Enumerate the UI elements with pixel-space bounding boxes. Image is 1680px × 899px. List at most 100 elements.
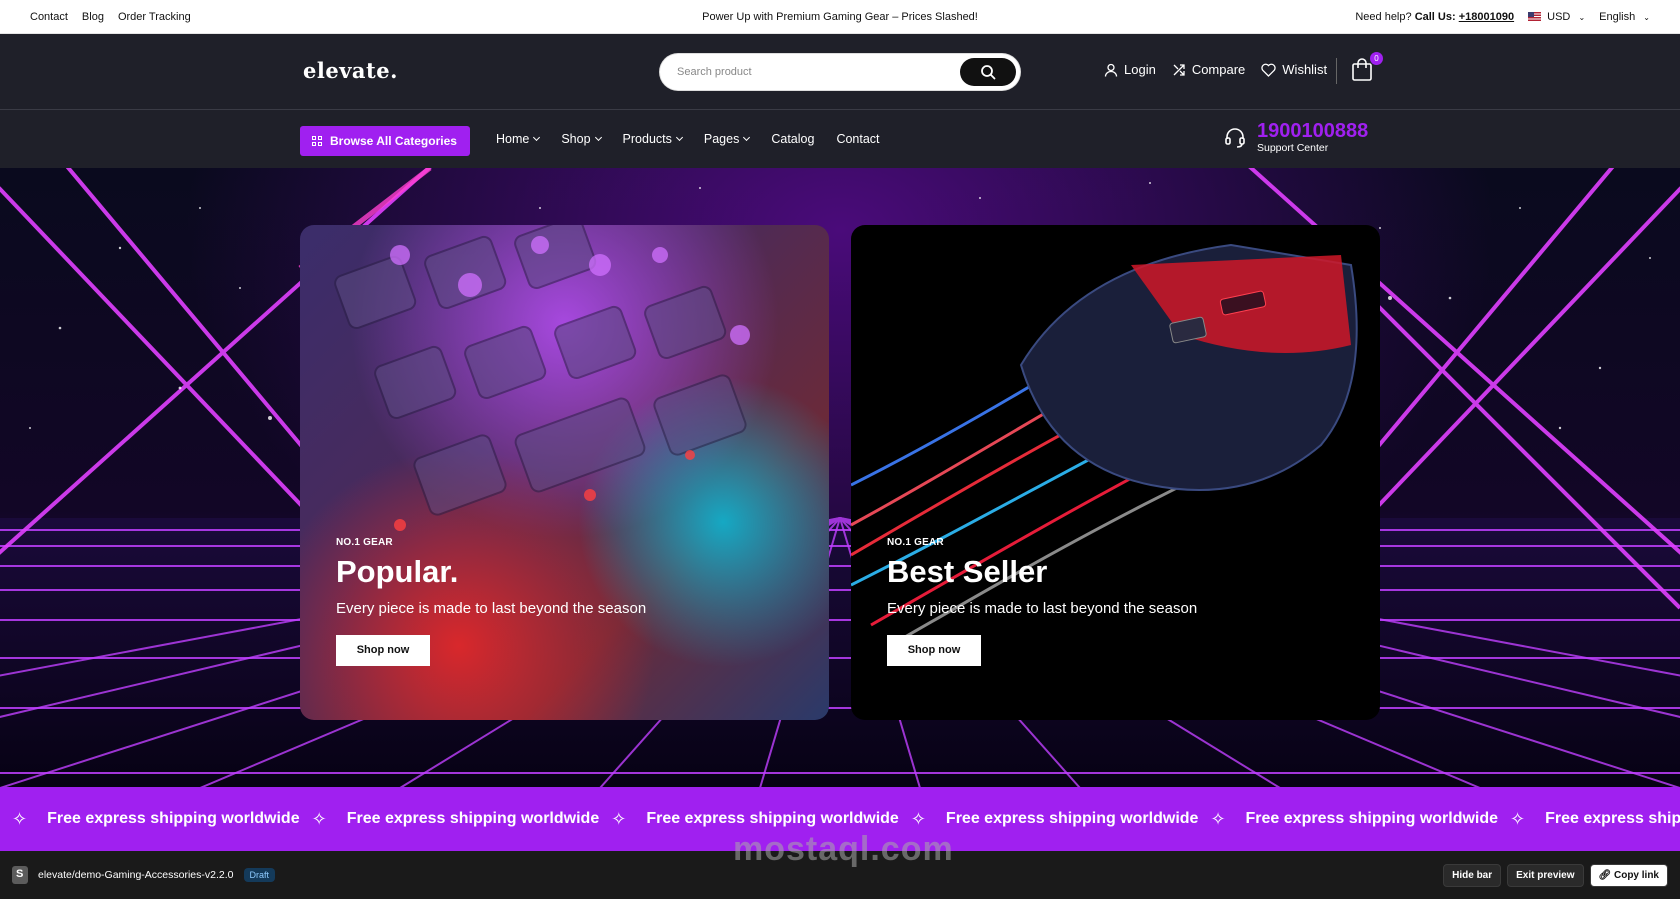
language-selector[interactable]: English ⌄ <box>1599 11 1650 23</box>
sparkle-icon: ✧ <box>1510 808 1526 829</box>
marquee-item: ✧ Free express shipping worldwide <box>0 809 300 830</box>
wishlist-link[interactable]: Wishlist <box>1261 62 1327 77</box>
marquee-text: Free express shipping worldwide <box>646 810 899 827</box>
language-value: English <box>1599 10 1636 23</box>
nav-item-label: Catalog <box>771 132 815 146</box>
site-logo[interactable]: elevate. <box>303 58 398 83</box>
hide-bar-button[interactable]: Hide bar <box>1443 863 1502 887</box>
nav-item-shop[interactable]: Shop <box>561 132 602 146</box>
marquee-text: Free express shipping worldwide <box>346 810 600 827</box>
top-link-order-tracking[interactable]: Order Tracking <box>118 11 191 23</box>
browse-label: Browse All Categories <box>330 134 457 148</box>
marquee-text: Free express shipping worldwide <box>1245 810 1499 827</box>
nav-item-contact[interactable]: Contact <box>836 132 879 146</box>
chevron-down-icon <box>533 133 541 142</box>
marquee-item: ✧ Free express shipping worldwide <box>1498 809 1680 830</box>
nav-item-label: Contact <box>836 132 880 146</box>
marquee-text: Free express shipping worldwide <box>1545 810 1680 827</box>
search-icon <box>981 65 996 80</box>
nav-menu: Home Shop Products Pages Catalog Contact <box>496 132 880 146</box>
shop-now-button[interactable]: Shop now <box>887 635 981 666</box>
cart-count-badge: 0 <box>1370 52 1383 65</box>
search-input[interactable] <box>677 57 957 87</box>
card-eyebrow: NO.1 GEAR <box>336 537 393 548</box>
top-link-blog[interactable]: Blog <box>82 11 104 23</box>
login-link[interactable]: Login <box>1104 62 1156 77</box>
nav-item-catalog[interactable]: Catalog <box>771 132 814 146</box>
nav-item-label: Pages <box>703 132 740 146</box>
currency-value: USD <box>1547 10 1571 23</box>
login-label: Login <box>1124 62 1156 77</box>
promo-card-popular[interactable]: NO.1 GEAR Popular. Every piece is made t… <box>300 225 829 720</box>
cart-button[interactable]: 0 <box>1351 52 1383 84</box>
nav-item-pages[interactable]: Pages <box>703 132 751 146</box>
main-navigation: Browse All Categories Home Shop Products… <box>0 110 1680 168</box>
nav-item-label: Home <box>496 132 530 146</box>
nav-item-products[interactable]: Products <box>622 132 683 146</box>
chevron-down-icon <box>594 133 602 142</box>
card-description: Every piece is made to last beyond the s… <box>887 600 1198 617</box>
neon-grid-background <box>0 168 1680 788</box>
support-center[interactable]: 1900100888 Support Center <box>1223 120 1368 154</box>
marquee-item: ✧ Free express shipping worldwide <box>1198 809 1498 830</box>
header-divider <box>1336 58 1337 84</box>
theme-name: elevate/demo-Gaming-Accessories-v2.2.0 <box>38 869 234 881</box>
compare-link[interactable]: Compare <box>1172 62 1245 77</box>
nav-item-label: Shop <box>561 132 591 146</box>
announcement-text: Power Up with Premium Gaming Gear – Pric… <box>702 10 978 23</box>
marquee-text: Free express shipping worldwide <box>945 810 1199 827</box>
chevron-down-icon: ⌄ <box>1578 12 1586 22</box>
watermark: mostaql.com <box>733 830 954 868</box>
help-phone-link[interactable]: +18001090 <box>1459 11 1514 23</box>
header-actions: Login Compare Wishlist <box>1104 62 1327 77</box>
sparkle-icon: ✧ <box>1210 808 1226 829</box>
card-title: Popular. <box>336 554 459 589</box>
copy-link-button[interactable]: 🔗︎ Copy link <box>1589 863 1668 887</box>
sparkle-icon: ✧ <box>311 808 327 829</box>
preview-info: elevate/demo-Gaming-Accessories-v2.2.0 D… <box>12 866 276 884</box>
sparkle-icon: ✧ <box>12 808 28 829</box>
compare-icon <box>1173 63 1185 76</box>
compare-label: Compare <box>1191 62 1246 77</box>
sparkle-icon: ✧ <box>910 808 926 829</box>
search-button[interactable] <box>960 58 1016 86</box>
shopify-bag-icon <box>12 866 28 884</box>
top-right-tools: Need help? Call Us: +18001090 USD ⌄ Engl… <box>1355 11 1650 23</box>
top-link-contact[interactable]: Contact <box>30 11 68 23</box>
marquee-text: Free express shipping worldwide <box>47 810 300 827</box>
marquee-item: ✧ Free express shipping worldwide <box>300 809 600 830</box>
site-header: elevate. Login Compare Wishlist 0 <box>0 34 1680 110</box>
wishlist-label: Wishlist <box>1282 62 1328 77</box>
call-label: Call Us: <box>1414 10 1456 23</box>
card-content: NO.1 GEAR Popular. Every piece is made t… <box>336 537 646 666</box>
chevron-down-icon: ⌄ <box>1643 12 1650 22</box>
nav-item-label: Products <box>622 132 672 146</box>
marquee-item: ✧ Free express shipping worldwide <box>599 809 899 830</box>
marquee-item: ✧ Free express shipping worldwide <box>899 809 1199 830</box>
hero-section: NO.1 GEAR Popular. Every piece is made t… <box>0 168 1680 788</box>
card-title: Best Seller <box>887 554 1048 589</box>
sparkle-icon: ✧ <box>611 808 627 829</box>
exit-preview-button[interactable]: Exit preview <box>1507 863 1584 887</box>
preview-actions: Hide bar Exit preview 🔗︎ Copy link <box>1443 863 1668 887</box>
browse-categories-button[interactable]: Browse All Categories <box>300 126 470 156</box>
headset-icon <box>1225 128 1245 148</box>
search-bar <box>660 54 1020 90</box>
support-number: 1900100888 <box>1257 120 1369 142</box>
top-links: Contact Blog Order Tracking <box>30 11 191 23</box>
shop-now-button[interactable]: Shop now <box>336 635 430 666</box>
nav-item-home[interactable]: Home <box>496 132 541 146</box>
currency-selector[interactable]: USD ⌄ <box>1528 11 1585 23</box>
card-eyebrow: NO.1 GEAR <box>887 537 944 548</box>
help-text: Need help? Call Us: +18001090 <box>1355 11 1514 23</box>
support-label: Support Center <box>1257 142 1329 154</box>
chevron-down-icon <box>743 133 751 142</box>
top-announcement-bar: Contact Blog Order Tracking Power Up wit… <box>0 0 1680 34</box>
card-description: Every piece is made to last beyond the s… <box>336 600 647 617</box>
promo-card-best-seller[interactable]: NO.1 GEAR Best Seller Every piece is mad… <box>851 225 1380 720</box>
chevron-down-icon <box>675 133 683 142</box>
card-content: NO.1 GEAR Best Seller Every piece is mad… <box>887 537 1197 666</box>
us-flag-icon <box>1528 12 1542 22</box>
help-prefix: Need help? <box>1355 10 1412 23</box>
shopping-bag-icon <box>1352 58 1372 81</box>
